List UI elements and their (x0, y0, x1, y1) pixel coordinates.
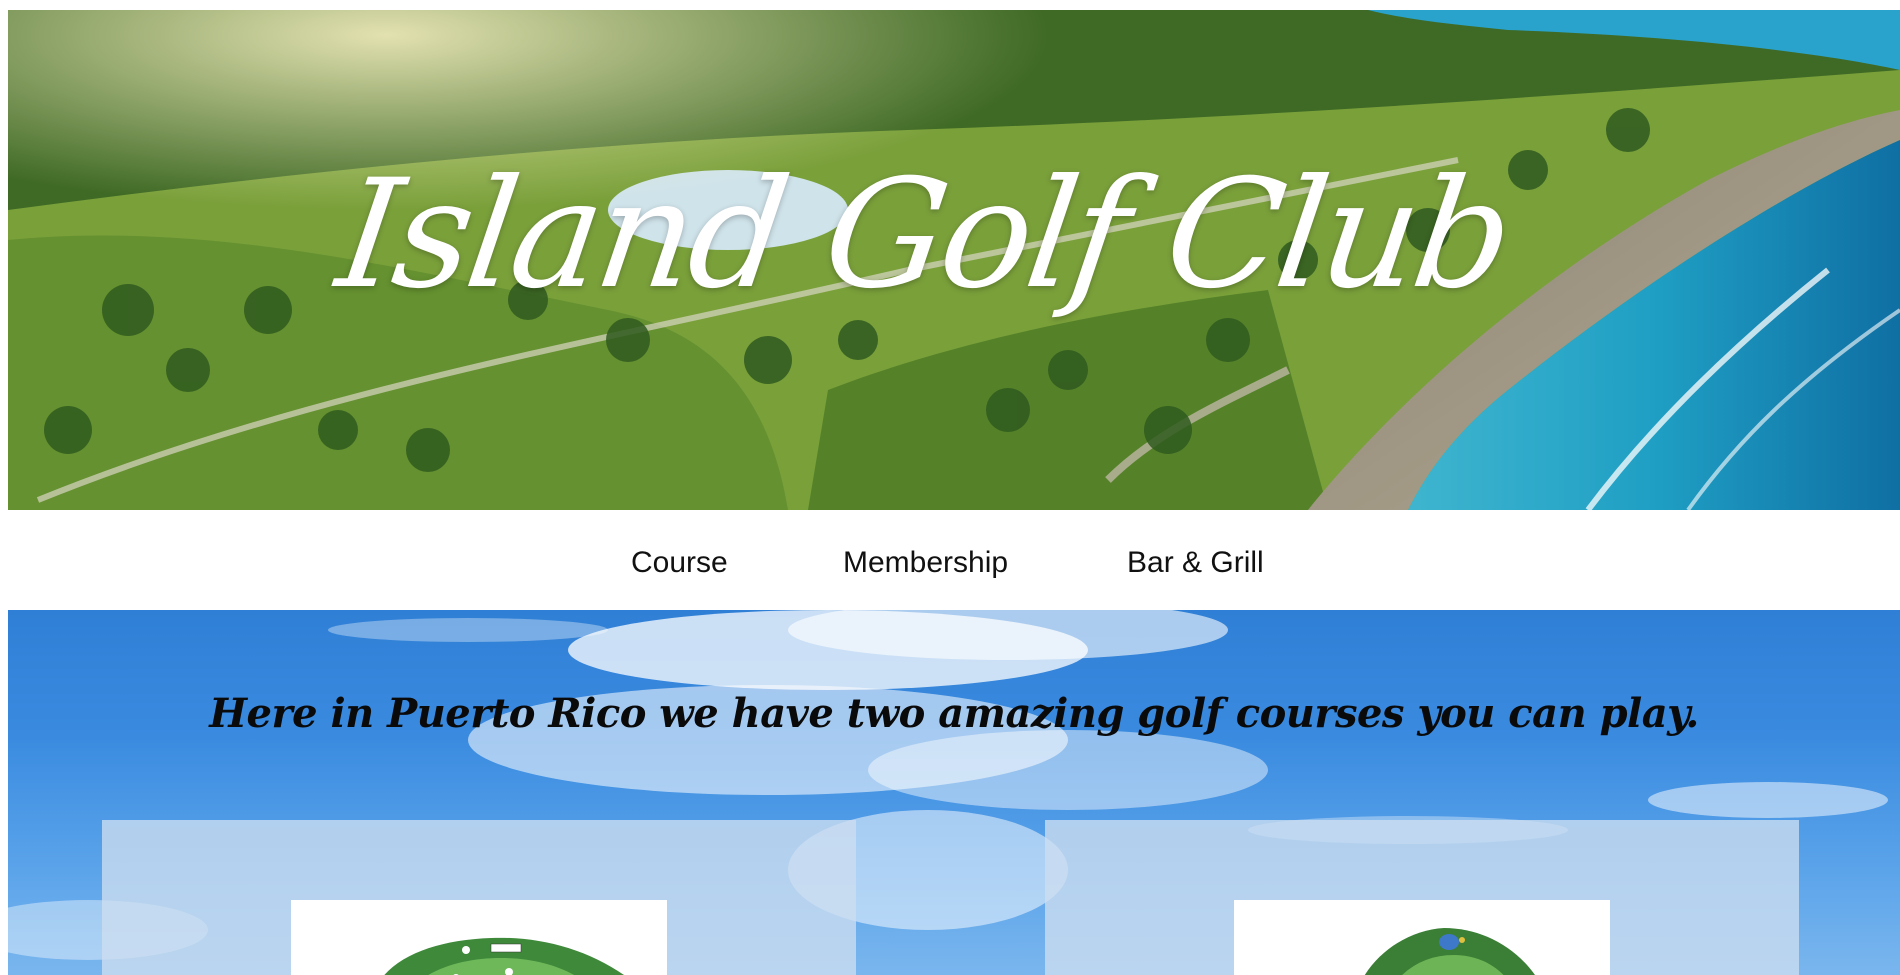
page: Island Golf Club Course Membership Bar &… (0, 0, 1900, 975)
hero-banner: Island Golf Club (8, 10, 1900, 510)
section-tagline: Here in Puerto Rico we have two amazing … (209, 690, 1699, 737)
course-map-image-1[interactable] (291, 900, 667, 975)
course-card-2 (1045, 820, 1799, 975)
course-map-2-graphic (1234, 900, 1610, 975)
course-map-image-2[interactable] (1234, 900, 1610, 975)
course-card-1 (102, 820, 856, 975)
courses-section: Here in Puerto Rico we have two amazing … (8, 610, 1900, 975)
nav-link-bar-and-grill[interactable]: Bar & Grill (1127, 546, 1264, 580)
site-title: Island Golf Club (328, 148, 1520, 322)
course-map-1-graphic (291, 900, 667, 975)
main-nav: Course Membership Bar & Grill (8, 510, 1900, 610)
nav-link-membership[interactable]: Membership (843, 546, 1008, 580)
nav-link-course[interactable]: Course (631, 546, 728, 580)
